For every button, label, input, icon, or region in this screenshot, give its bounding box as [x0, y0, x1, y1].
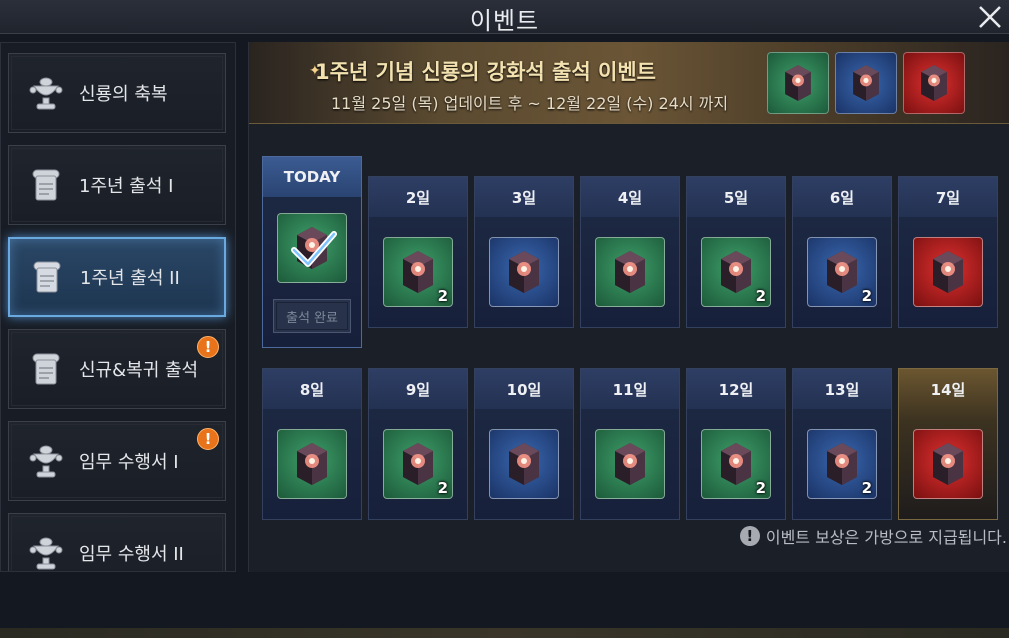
sidebar-item-mission-book-2[interactable]: 임무 수행서 II [8, 513, 226, 571]
day-label: 4일 [581, 177, 679, 217]
day-label: 5일 [687, 177, 785, 217]
day-label: 12일 [687, 369, 785, 409]
sidebar-item-anniversary-attendance-1[interactable]: 1주년 출석 I [8, 145, 226, 225]
chalice-icon [23, 530, 69, 571]
reward-quantity: 2 [755, 287, 766, 305]
attendance-panel: ✦ 1주년 기념 신룡의 강화석 출석 이벤트 11월 25일 (목) 업데이트… [248, 42, 1009, 572]
day-card[interactable]: 14일 [898, 368, 998, 520]
reward-item[interactable]: 2 [701, 429, 771, 499]
close-button[interactable] [975, 2, 1005, 32]
enhancement-stone-icon [509, 251, 539, 293]
enhancement-stone-icon [615, 443, 645, 485]
day-card[interactable]: 10일 [474, 368, 574, 520]
day-card[interactable]: 2일 2 [368, 176, 468, 328]
enhancement-stone-icon [509, 443, 539, 485]
reward-item[interactable] [913, 237, 983, 307]
enhancement-stone-icon [297, 443, 327, 485]
reward-item[interactable] [277, 213, 347, 283]
banner-period: 11월 25일 (목) 업데이트 후 ~ 12월 22일 (수) 24시 까지 [331, 94, 729, 113]
reward-item[interactable]: 2 [807, 429, 877, 499]
day-label: 10일 [475, 369, 573, 409]
day-card[interactable]: 6일 2 [792, 176, 892, 328]
day-label: TODAY [263, 157, 361, 197]
day-label: 11일 [581, 369, 679, 409]
enhancement-stone-icon [615, 251, 645, 293]
close-icon [979, 6, 1001, 28]
scroll-icon [23, 162, 69, 208]
day-label: 13일 [793, 369, 891, 409]
chalice-icon [23, 70, 69, 116]
reward-quantity: 2 [437, 287, 448, 305]
enhancement-stone-icon [933, 443, 963, 485]
sidebar-item-label: 임무 수행서 I [79, 452, 179, 473]
reward-item[interactable] [595, 429, 665, 499]
enhancement-stone-icon [921, 65, 947, 101]
sidebar-item-mission-book-1[interactable]: 임무 수행서 I ! [8, 421, 226, 501]
day-label: 3일 [475, 177, 573, 217]
scroll-icon [24, 254, 70, 300]
reward-item[interactable]: 2 [383, 429, 453, 499]
scroll-icon [23, 346, 69, 392]
chalice-icon [23, 438, 69, 484]
reward-quantity: 2 [755, 479, 766, 497]
reward-item[interactable] [277, 429, 347, 499]
day-card[interactable]: 12일 2 [686, 368, 786, 520]
info-icon: ! [739, 526, 760, 546]
day-card[interactable]: 13일 2 [792, 368, 892, 520]
preview-stone-blue [835, 52, 897, 114]
attendance-grid: TODAY 출석 완료 2일 2 3일 4일 5일 2 6일 2 7일 8일 9일 2 10일 11일 12일 2… [249, 126, 1009, 572]
check-icon [291, 231, 337, 267]
title-bar: 이벤트 [0, 0, 1009, 35]
enhancement-stone-icon [853, 65, 879, 101]
alert-badge: ! [197, 336, 219, 358]
day-label: 8일 [263, 369, 361, 409]
day-card-today[interactable]: TODAY 출석 완료 [262, 156, 362, 348]
background-strip [0, 628, 1009, 638]
day-card[interactable]: 7일 [898, 176, 998, 328]
sidebar-item-label: 신룡의 축복 [79, 84, 168, 105]
day-label: 6일 [793, 177, 891, 217]
footer-note: ! 이벤트 보상은 가방으로 지급됩니다. [739, 524, 1007, 548]
day-card[interactable]: 9일 2 [368, 368, 468, 520]
reward-quantity: 2 [437, 479, 448, 497]
enhancement-stone-icon [933, 251, 963, 293]
preview-stone-green [767, 52, 829, 114]
reward-item[interactable]: 2 [807, 237, 877, 307]
footer-note-text: 이벤트 보상은 가방으로 지급됩니다. [765, 528, 1007, 547]
reward-item[interactable]: 2 [383, 237, 453, 307]
attendance-done-button: 출석 완료 [273, 299, 351, 333]
sidebar-item-label: 임무 수행서 II [79, 544, 184, 565]
day-card[interactable]: 3일 [474, 176, 574, 328]
reward-item[interactable] [913, 429, 983, 499]
sidebar-item-new-returning-attendance[interactable]: 신규&복귀 출석 ! [8, 329, 226, 409]
day-card[interactable]: 8일 [262, 368, 362, 520]
reward-item[interactable] [489, 237, 559, 307]
day-label: 7일 [899, 177, 997, 217]
reward-quantity: 2 [861, 479, 872, 497]
reward-item[interactable]: 2 [701, 237, 771, 307]
day-label: 2일 [369, 177, 467, 217]
window-title: 이벤트 [469, 7, 540, 35]
sidebar-item-label: 1주년 출석 II [80, 268, 180, 289]
banner-title: 1주년 기념 신룡의 강화석 출석 이벤트 [315, 60, 656, 84]
day-label: 14일 [930, 380, 966, 399]
reward-item[interactable] [595, 237, 665, 307]
day-card[interactable]: 5일 2 [686, 176, 786, 328]
alert-badge: ! [197, 428, 219, 450]
sidebar-item-divine-blessing[interactable]: 신룡의 축복 [8, 53, 226, 133]
sidebar-item-label: 신규&복귀 출석 [79, 360, 199, 381]
day-label: 9일 [369, 369, 467, 409]
event-sidebar: 신룡의 축복 1주년 출석 I 1주년 출석 II 신규&복귀 출석 ! 임무 … [0, 42, 236, 572]
reward-item[interactable] [489, 429, 559, 499]
sidebar-item-anniversary-attendance-2[interactable]: 1주년 출석 II [8, 237, 226, 317]
reward-quantity: 2 [861, 287, 872, 305]
day-card[interactable]: 4일 [580, 176, 680, 328]
day-card[interactable]: 11일 [580, 368, 680, 520]
preview-stone-red [903, 52, 965, 114]
event-banner: ✦ 1주년 기념 신룡의 강화석 출석 이벤트 11월 25일 (목) 업데이트… [249, 42, 1009, 124]
enhancement-stone-icon [785, 65, 811, 101]
sidebar-item-label: 1주년 출석 I [79, 176, 174, 197]
